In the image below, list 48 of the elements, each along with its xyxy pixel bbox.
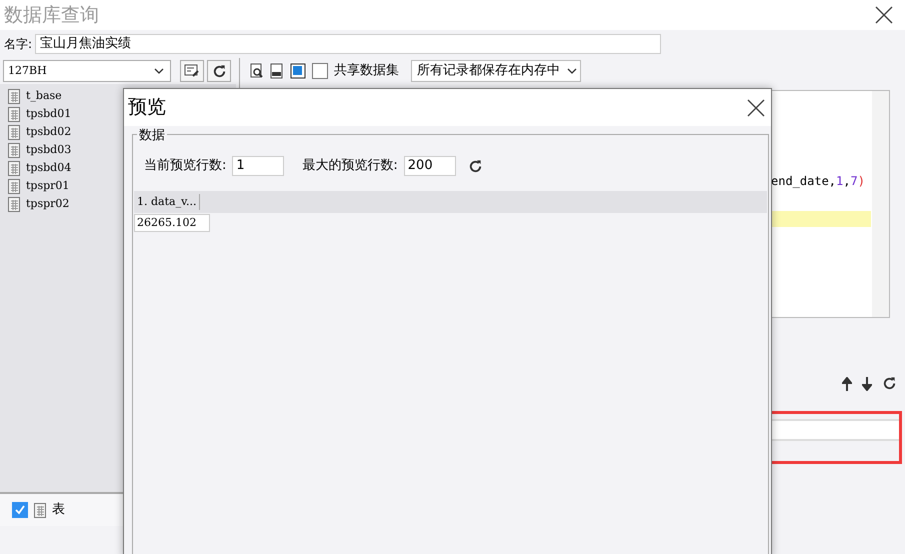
table-name[interactable]: t_base (26, 88, 62, 104)
table-name[interactable]: tpsbd02 (26, 124, 72, 140)
sql-file-icon[interactable] (270, 63, 284, 79)
table-name[interactable]: tpsbd03 (26, 142, 72, 158)
table-name[interactable]: tpspr01 (26, 178, 70, 194)
table-icon (8, 124, 20, 140)
table-icon (8, 178, 20, 194)
current-rows-label: 当前预览行数: (144, 157, 226, 176)
connection-dropdown[interactable]: 127BH (3, 60, 171, 82)
up-arrow-icon[interactable] (842, 376, 852, 390)
refresh-icon[interactable] (468, 158, 483, 174)
checkbox-label: 表 (52, 501, 65, 520)
column-header[interactable]: 1. data_v... (134, 194, 200, 210)
window-title: 数据库查询 (3, 3, 99, 28)
table-icon (34, 502, 46, 518)
table-icon (8, 142, 20, 158)
down-arrow-icon[interactable] (862, 376, 872, 390)
table-name[interactable]: tpspr02 (26, 196, 70, 212)
caret-icon[interactable] (154, 68, 164, 74)
table-cell: 26265.102 (134, 214, 210, 232)
name-label: 名字: (4, 36, 32, 53)
refresh-button[interactable] (207, 60, 231, 82)
code-line: end_date,1,7) (770, 173, 866, 190)
checkbox[interactable] (12, 502, 28, 518)
table-name[interactable]: tpsbd01 (26, 106, 72, 122)
table-icon (8, 106, 20, 122)
scrollbar[interactable] (872, 91, 889, 317)
dialog-title: 预览 (128, 95, 166, 120)
refresh-icon[interactable] (882, 376, 897, 391)
table-icon (8, 160, 20, 176)
edit-connection-button[interactable] (180, 60, 204, 82)
max-rows-label: 最大的预览行数: (302, 157, 398, 176)
caret-icon[interactable] (567, 68, 577, 74)
max-rows-field[interactable]: 200 (404, 156, 456, 176)
save-icon[interactable] (290, 63, 306, 79)
storage-dropdown[interactable]: 所有记录都保存在内存中 (411, 60, 581, 82)
edit-icon (184, 64, 200, 78)
checkbox[interactable] (312, 63, 328, 79)
table-name[interactable]: tpsbd04 (26, 160, 72, 176)
refresh-icon (212, 64, 226, 78)
checkbox-label: 共享数据集 (334, 62, 399, 80)
close-icon[interactable] (875, 6, 893, 24)
preview-icon[interactable] (250, 63, 264, 79)
current-rows-field[interactable]: 1 (232, 156, 284, 176)
table-icon (8, 196, 20, 212)
name-field[interactable]: 宝山月焦油实绩 (35, 34, 662, 54)
close-icon[interactable] (747, 98, 765, 116)
table-icon (8, 88, 20, 104)
